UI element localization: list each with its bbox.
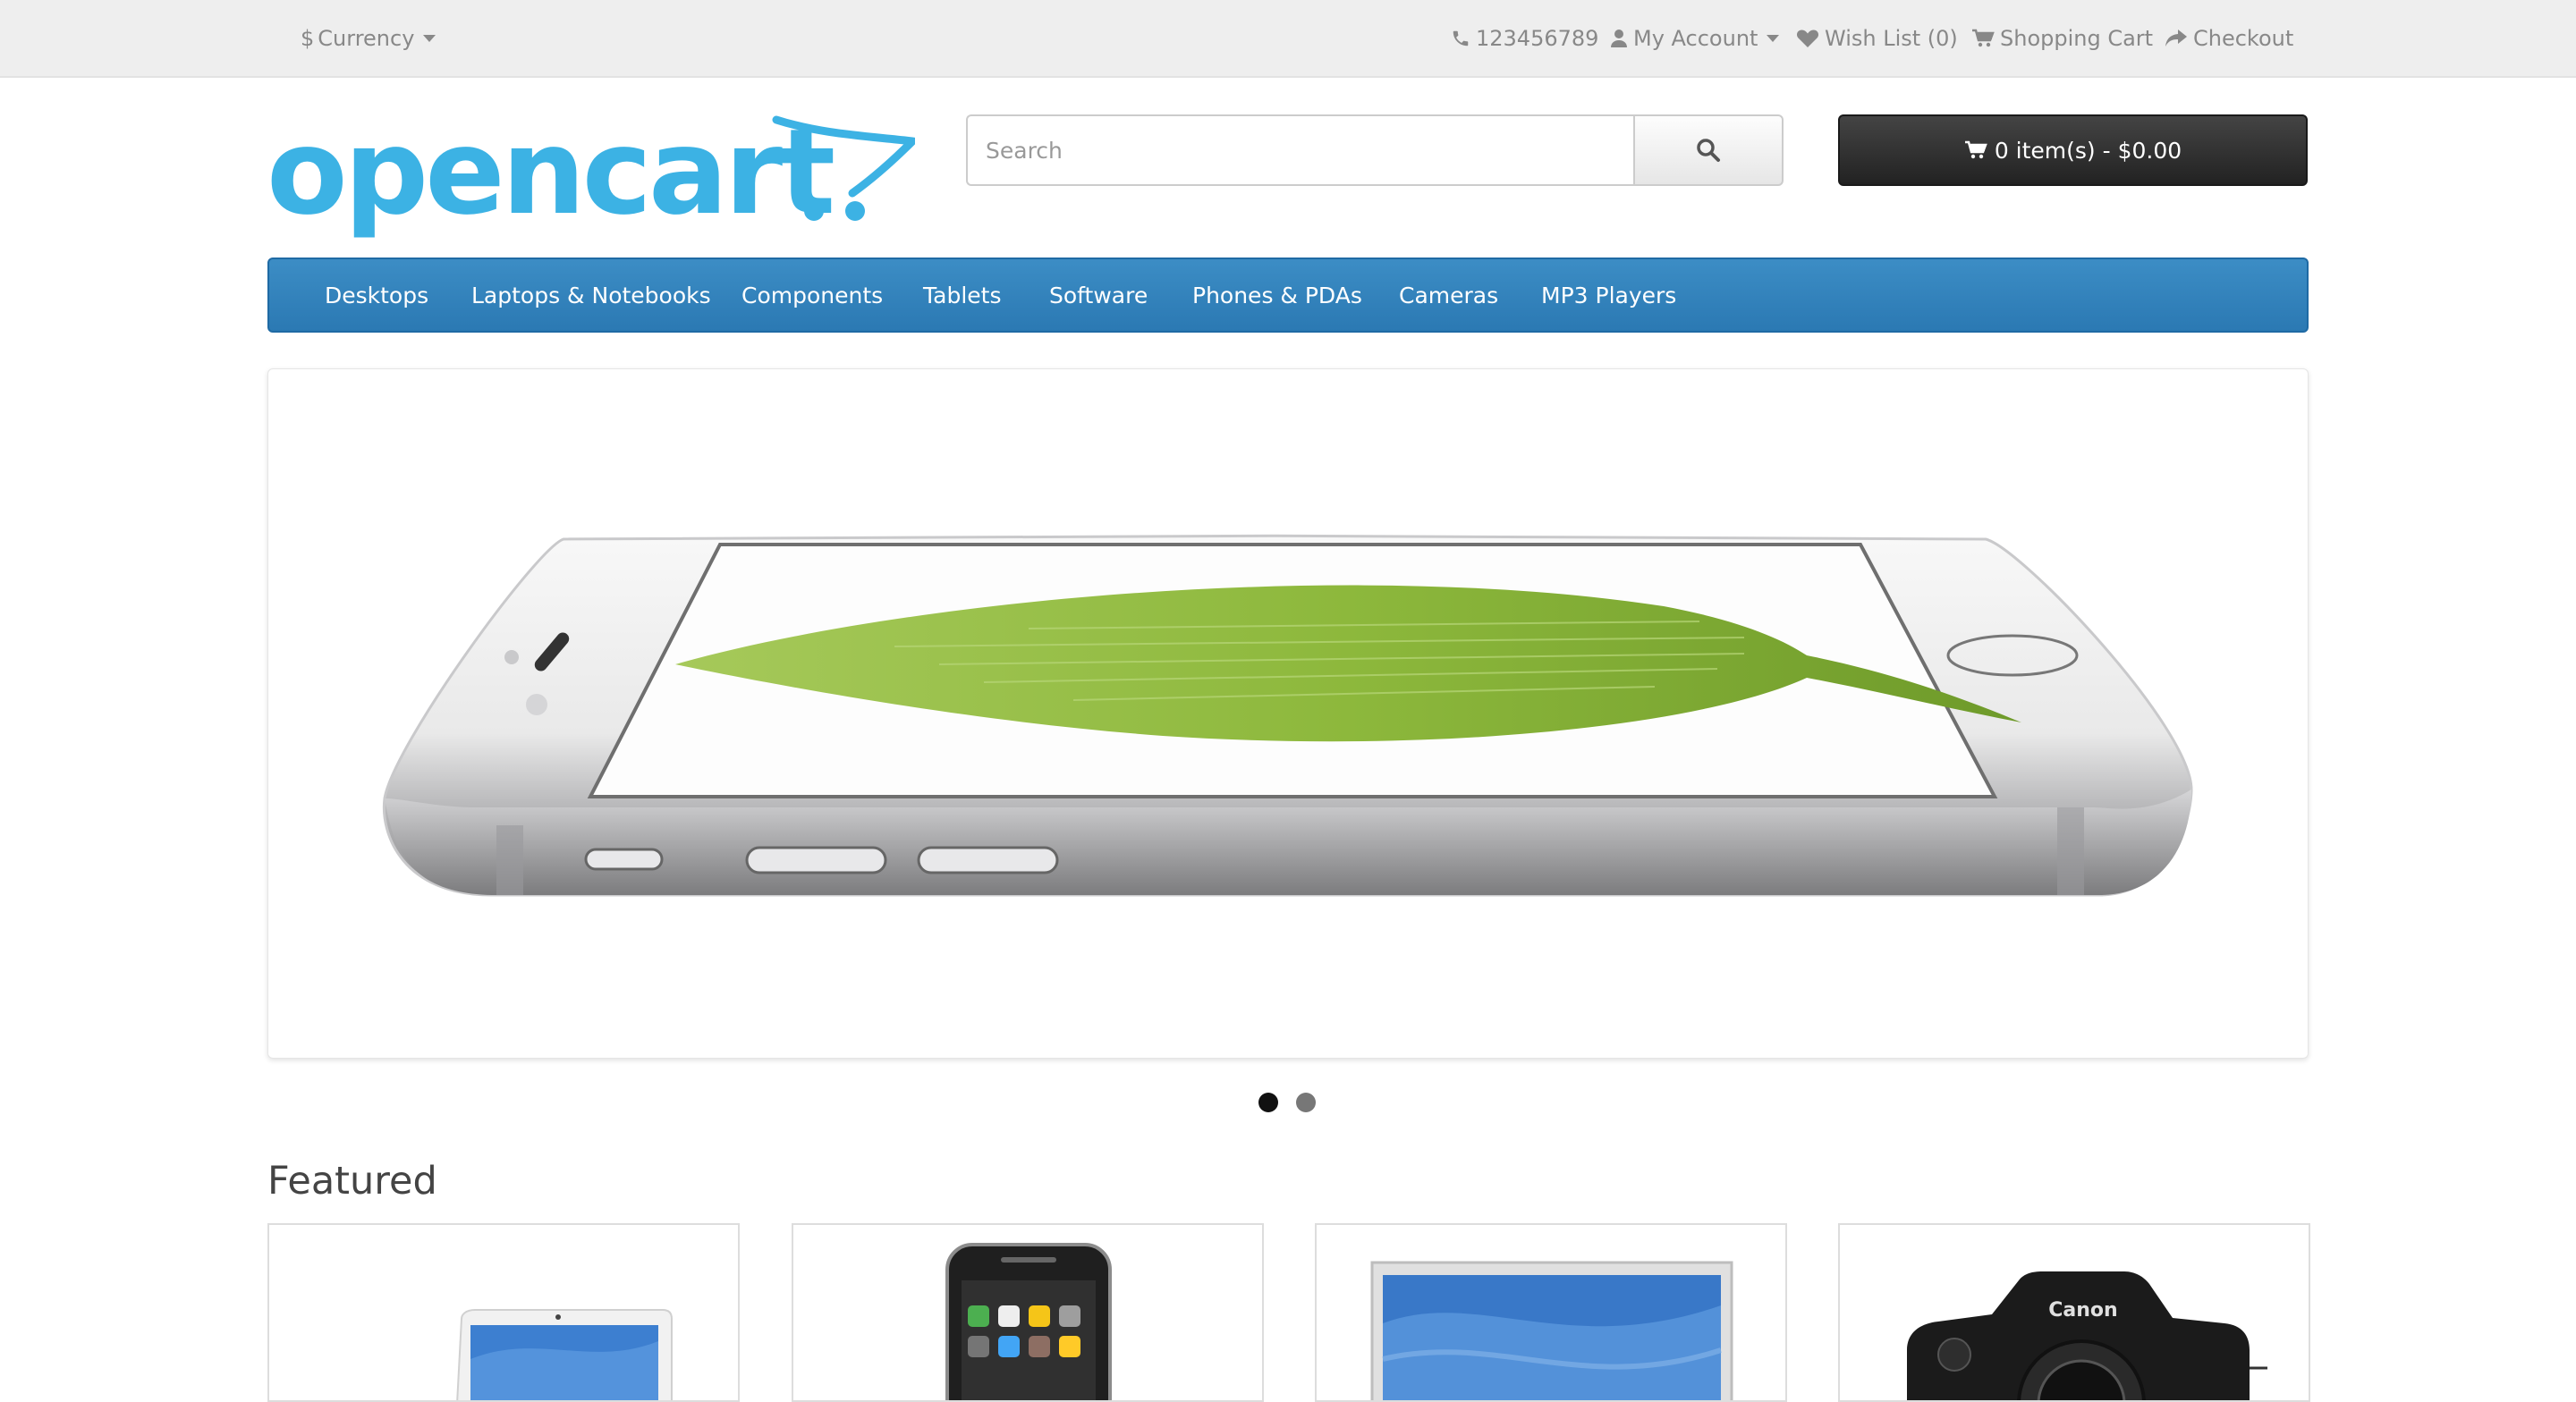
- my-account-dropdown[interactable]: My Account: [1610, 0, 1780, 76]
- phone-link[interactable]: 123456789: [1451, 0, 1598, 76]
- iphone-image: [945, 1243, 1112, 1400]
- menu-item-components[interactable]: Components: [741, 259, 883, 331]
- shopping-cart-label: Shopping Cart: [2000, 25, 2154, 51]
- menu-item-phones-pdas[interactable]: Phones & PDAs: [1192, 259, 1362, 331]
- menu-item-laptops-notebooks[interactable]: Laptops & Notebooks: [471, 259, 711, 331]
- phone-number: 123456789: [1476, 25, 1599, 51]
- cart-total: 0 item(s) - $0.00: [1994, 137, 2182, 164]
- opencart-logo: opencart: [267, 104, 921, 241]
- user-icon: [1611, 29, 1627, 47]
- slideshow[interactable]: [267, 368, 2309, 1059]
- wish-list-label: Wish List (0): [1825, 25, 1958, 51]
- menu-item-software[interactable]: Software: [1049, 259, 1148, 331]
- product-card-3[interactable]: [1315, 1223, 1787, 1402]
- search-input[interactable]: [966, 114, 1634, 186]
- caret-down-icon: [423, 34, 436, 42]
- laptop-image: [456, 1309, 673, 1400]
- checkout-label: Checkout: [2193, 25, 2294, 51]
- product-card-4[interactable]: Canon: [1838, 1223, 2310, 1402]
- menu-item-desktops[interactable]: Desktops: [325, 259, 428, 331]
- caret-down-icon: [1767, 34, 1780, 42]
- my-account-label: My Account: [1633, 25, 1758, 51]
- checkout-link[interactable]: Checkout: [2165, 0, 2293, 76]
- logo-text: opencart: [267, 114, 834, 241]
- product-card-1[interactable]: [267, 1223, 740, 1402]
- search-button[interactable]: [1633, 114, 1784, 186]
- menu-item-cameras[interactable]: Cameras: [1399, 259, 1498, 331]
- wish-list-link[interactable]: Wish List (0): [1796, 0, 1958, 76]
- product-card-2[interactable]: [792, 1223, 1264, 1402]
- shopping-cart-link[interactable]: Shopping Cart: [1971, 0, 2153, 76]
- monitor-image: [1370, 1261, 1733, 1400]
- top-bar: $ Currency 123456789 My Account Wish Lis…: [0, 0, 2576, 78]
- currency-dropdown[interactable]: $ Currency: [301, 0, 436, 76]
- cart-icon: [1972, 29, 1995, 46]
- heart-icon: [1796, 30, 1819, 47]
- cart-icon: [1964, 140, 1987, 159]
- slide-dot-1[interactable]: [1258, 1093, 1278, 1112]
- camera-image: Canon: [1907, 1271, 2267, 1400]
- menu-item-tablets[interactable]: Tablets: [923, 259, 1001, 331]
- iphone-slide-image: [382, 534, 2193, 897]
- featured-heading: Featured: [267, 1159, 437, 1204]
- main-menu: Desktops Laptops & Notebooks Components …: [267, 258, 2309, 333]
- share-icon: [2165, 29, 2187, 46]
- dollar-icon: $: [301, 25, 315, 51]
- phone-icon: [1453, 30, 1469, 46]
- menu-item-mp3-players[interactable]: MP3 Players: [1541, 259, 1676, 331]
- canon-brand-label: Canon: [2048, 1299, 2117, 1322]
- currency-label: Currency: [318, 25, 415, 51]
- logo[interactable]: opencart: [267, 104, 921, 245]
- slide-dot-2[interactable]: [1296, 1093, 1316, 1112]
- search-icon: [1697, 139, 1720, 162]
- cart-button[interactable]: 0 item(s) - $0.00: [1838, 114, 2308, 186]
